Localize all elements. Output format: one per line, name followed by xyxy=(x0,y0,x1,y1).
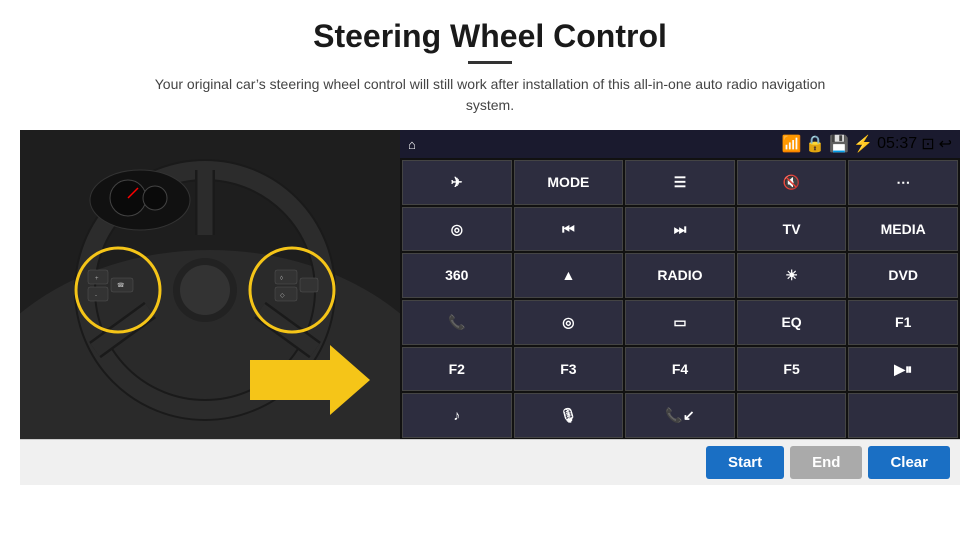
content-area: + - ☎ ◊ ◇ ⌂ 📶 🔒 xyxy=(20,130,960,440)
btn-icon-b24: F5 xyxy=(783,361,799,378)
btn-icon-b27: 🎙 xyxy=(560,407,578,424)
btn-icon-b14: ☀ xyxy=(785,267,798,284)
control-button-b26[interactable]: ♪ xyxy=(402,393,512,438)
control-button-b5[interactable]: ⋯ xyxy=(848,160,958,205)
lock-icon: 🔒 xyxy=(805,134,825,154)
btn-icon-b7: ⏮ xyxy=(562,221,575,238)
window-icon: ⊡ xyxy=(921,134,934,154)
btn-icon-b17: ◎ xyxy=(562,314,574,331)
btn-icon-b9: TV xyxy=(783,221,801,238)
control-panel: ⌂ 📶 🔒 💾 ⚡ 05:37 ⊡ ↩ ✈ MODE ☰ 🔇 ⋯ ◎ ⏮ ⏭ TV MEDIA 36… xyxy=(400,130,960,440)
control-button-b23[interactable]: F4 xyxy=(625,347,735,392)
time-display: 05:37 xyxy=(877,135,917,153)
wifi-icon: 📶 xyxy=(781,134,801,154)
control-button-b18[interactable]: ▭ xyxy=(625,300,735,345)
control-button-b6[interactable]: ◎ xyxy=(402,207,512,252)
control-button-b22[interactable]: F3 xyxy=(514,347,624,392)
end-button[interactable]: End xyxy=(790,446,862,479)
btn-icon-b6: ◎ xyxy=(451,221,463,238)
svg-text:+: + xyxy=(95,276,99,282)
btn-icon-b28: 📞↙ xyxy=(665,407,694,424)
btn-icon-b19: EQ xyxy=(781,314,801,331)
btn-icon-b21: F2 xyxy=(449,361,465,378)
status-bar: ⌂ 📶 🔒 💾 ⚡ 05:37 ⊡ ↩ xyxy=(400,130,960,158)
start-button[interactable]: Start xyxy=(706,446,784,479)
control-button-b20[interactable]: F1 xyxy=(848,300,958,345)
btn-icon-b4: 🔇 xyxy=(783,174,800,191)
page-wrapper: Steering Wheel Control Your original car… xyxy=(0,0,980,544)
btn-icon-b20: F1 xyxy=(895,314,911,331)
title-underline xyxy=(468,61,512,64)
btn-icon-b22: F3 xyxy=(560,361,576,378)
btn-icon-b15: DVD xyxy=(888,267,918,284)
button-grid: ✈ MODE ☰ 🔇 ⋯ ◎ ⏮ ⏭ TV MEDIA 360 ▲ RADIO ☀ DVD 📞 ◎ ▭ EQ F1 F2… xyxy=(400,158,960,440)
control-button-b28[interactable]: 📞↙ xyxy=(625,393,735,438)
status-icons: 📶 🔒 💾 ⚡ 05:37 ⊡ ↩ xyxy=(781,134,952,154)
sd-icon: 💾 xyxy=(829,134,849,154)
clear-button[interactable]: Clear xyxy=(868,446,950,479)
btn-icon-b11: 360 xyxy=(445,267,468,284)
control-button-b2[interactable]: MODE xyxy=(514,160,624,205)
btn-icon-b26: ♪ xyxy=(453,407,460,424)
svg-text:◇: ◇ xyxy=(280,293,285,299)
btn-icon-b25: ▶⏸ xyxy=(894,361,912,378)
control-button-b11[interactable]: 360 xyxy=(402,253,512,298)
btn-icon-b3: ☰ xyxy=(674,174,687,191)
svg-text:☎: ☎ xyxy=(117,282,125,289)
control-button-b24[interactable]: F5 xyxy=(737,347,847,392)
control-button-b25[interactable]: ▶⏸ xyxy=(848,347,958,392)
page-title: Steering Wheel Control xyxy=(313,18,667,55)
btn-icon-b12: ▲ xyxy=(561,267,575,284)
btn-icon-b5: ⋯ xyxy=(896,174,910,191)
control-button-b29[interactable] xyxy=(737,393,847,438)
btn-icon-b10: MEDIA xyxy=(881,221,926,238)
bluetooth-icon: ⚡ xyxy=(853,134,873,154)
control-button-b16[interactable]: 📞 xyxy=(402,300,512,345)
control-button-b12[interactable]: ▲ xyxy=(514,253,624,298)
control-button-b17[interactable]: ◎ xyxy=(514,300,624,345)
action-bar: Start End Clear xyxy=(20,439,960,485)
btn-icon-b23: F4 xyxy=(672,361,688,378)
control-button-b14[interactable]: ☀ xyxy=(737,253,847,298)
control-button-b21[interactable]: F2 xyxy=(402,347,512,392)
btn-icon-b13: RADIO xyxy=(657,267,702,284)
control-button-b9[interactable]: TV xyxy=(737,207,847,252)
control-button-b4[interactable]: 🔇 xyxy=(737,160,847,205)
svg-text:-: - xyxy=(95,293,97,299)
control-button-b10[interactable]: MEDIA xyxy=(848,207,958,252)
control-button-b13[interactable]: RADIO xyxy=(625,253,735,298)
svg-text:◊: ◊ xyxy=(280,275,283,282)
steering-wheel-image: + - ☎ ◊ ◇ xyxy=(20,130,400,440)
btn-icon-b8: ⏭ xyxy=(674,221,687,238)
page-subtitle: Your original car’s steering wheel contr… xyxy=(140,74,840,116)
control-button-b8[interactable]: ⏭ xyxy=(625,207,735,252)
control-button-b19[interactable]: EQ xyxy=(737,300,847,345)
control-button-b30[interactable] xyxy=(848,393,958,438)
control-button-b7[interactable]: ⏮ xyxy=(514,207,624,252)
back-icon: ↩ xyxy=(939,134,952,154)
btn-icon-b18: ▭ xyxy=(673,314,686,331)
btn-icon-b16: 📞 xyxy=(448,314,465,331)
btn-icon-b2: MODE xyxy=(547,174,589,191)
control-button-b27[interactable]: 🎙 xyxy=(514,393,624,438)
control-button-b3[interactable]: ☰ xyxy=(625,160,735,205)
control-button-b15[interactable]: DVD xyxy=(848,253,958,298)
home-icon[interactable]: ⌂ xyxy=(408,137,416,152)
btn-icon-b1: ✈ xyxy=(451,174,463,191)
control-button-b1[interactable]: ✈ xyxy=(402,160,512,205)
